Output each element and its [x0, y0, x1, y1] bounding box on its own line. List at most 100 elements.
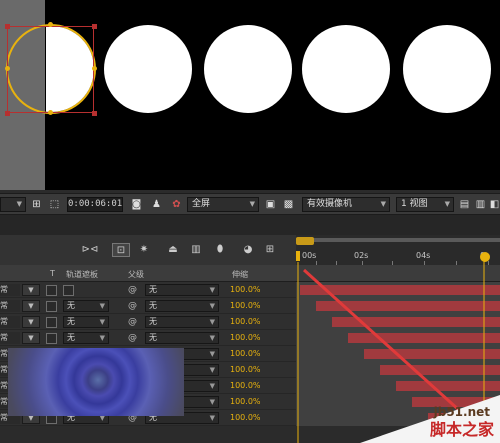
- layer-row[interactable]: 常 ▼ @ 无 ▼ 100.0%: [0, 282, 296, 298]
- blend-mode-dropdown[interactable]: ▼: [22, 300, 40, 312]
- layer-row[interactable]: 常▼ 无▼ @ 无▼ 100.0%: [0, 314, 296, 330]
- grid-icon[interactable]: ⊞: [30, 198, 43, 211]
- parent-pickwhip-icon[interactable]: @: [128, 317, 137, 327]
- track-matte-checkbox[interactable]: [63, 285, 74, 296]
- circle-layer[interactable]: [104, 25, 192, 113]
- layer-duration-bar[interactable]: [364, 349, 500, 359]
- chevron-down-icon: ▼: [209, 382, 215, 390]
- parent-pickwhip-icon[interactable]: @: [128, 285, 137, 295]
- work-area-start-handle[interactable]: [296, 237, 314, 245]
- end-keyframe-marker[interactable]: [480, 252, 490, 262]
- column-header-t[interactable]: T: [50, 269, 55, 278]
- blend-mode-value[interactable]: 常: [0, 332, 20, 344]
- transform-handle[interactable]: [5, 111, 10, 116]
- preserve-transparency-checkbox[interactable]: [46, 285, 57, 296]
- blend-mode-value[interactable]: 常: [0, 284, 20, 296]
- fast-preview-icon[interactable]: ▣: [264, 198, 277, 211]
- hide-shy-layers-icon[interactable]: ✷: [136, 243, 152, 257]
- stretch-value[interactable]: 100.0%: [230, 365, 261, 374]
- blurred-overlay-image: [8, 348, 184, 416]
- track-matte-dropdown[interactable]: 无▼: [63, 316, 109, 328]
- current-time-display[interactable]: 0:00:06:01: [67, 197, 123, 212]
- show-snapshot-icon[interactable]: ♟: [150, 198, 163, 211]
- parent-dropdown[interactable]: 无▼: [145, 284, 219, 296]
- magnification-dropdown[interactable]: ▼: [0, 197, 26, 212]
- chevron-down-icon: ▼: [209, 366, 215, 374]
- parent-pickwhip-icon[interactable]: @: [128, 333, 137, 343]
- stretch-value[interactable]: 100.0%: [230, 333, 261, 342]
- track-matte-dropdown[interactable]: 无▼: [63, 332, 109, 344]
- column-header-stretch[interactable]: 伸缩: [232, 269, 248, 280]
- current-time-indicator[interactable]: [296, 251, 300, 261]
- chevron-down-icon: ▼: [209, 286, 215, 294]
- transform-handle[interactable]: [92, 24, 97, 29]
- watermark-name: 脚本之家: [429, 420, 494, 439]
- mask-vertex[interactable]: [48, 110, 53, 115]
- blend-mode-dropdown[interactable]: ▼: [22, 316, 40, 328]
- preserve-transparency-checkbox[interactable]: [46, 333, 57, 344]
- column-header-parent[interactable]: 父级: [128, 269, 144, 280]
- brainstorm-icon[interactable]: ◕: [240, 243, 256, 257]
- column-header-track-matte[interactable]: 轨道遮板: [66, 269, 98, 280]
- draft-3d-icon[interactable]: ⊡: [112, 243, 130, 257]
- mask-vertex[interactable]: [92, 66, 97, 71]
- graph-editor-icon[interactable]: ⬮: [212, 243, 228, 257]
- camera-snapshot-icon[interactable]: ◙: [130, 198, 143, 211]
- view-layout-dropdown[interactable]: 1 视图 ▼: [396, 197, 454, 212]
- auto-keyframe-icon[interactable]: ⊞: [262, 243, 278, 257]
- transform-handle[interactable]: [92, 111, 97, 116]
- layer-duration-bar[interactable]: [348, 333, 500, 343]
- transparency-grid-icon[interactable]: ▩: [282, 198, 295, 211]
- region-of-interest-icon[interactable]: ⬚: [48, 198, 61, 211]
- exposure-icon[interactable]: ◧: [488, 198, 500, 211]
- stretch-value[interactable]: 100.0%: [230, 349, 261, 358]
- transform-handle[interactable]: [5, 24, 10, 29]
- blend-mode-dropdown[interactable]: ▼: [22, 332, 40, 344]
- parent-dropdown[interactable]: 无▼: [145, 316, 219, 328]
- stretch-value[interactable]: 100.0%: [230, 301, 261, 310]
- chevron-down-icon: ▼: [209, 414, 215, 422]
- blend-mode-value[interactable]: 常: [0, 300, 20, 312]
- time-ruler[interactable]: 00s 02s 04s 0: [296, 235, 500, 265]
- stretch-value[interactable]: 100.0%: [230, 285, 261, 294]
- layer-duration-bar[interactable]: [332, 317, 500, 327]
- parent-dropdown[interactable]: 无▼: [145, 300, 219, 312]
- parent-pickwhip-icon[interactable]: @: [128, 301, 137, 311]
- motion-blur-icon[interactable]: ▥: [188, 243, 204, 257]
- circle-layer[interactable]: [302, 25, 390, 113]
- ruler-label: 04s: [416, 251, 431, 260]
- blend-mode-dropdown[interactable]: ▼: [22, 284, 40, 296]
- resolution-dropdown[interactable]: 全屏 ▼: [187, 197, 259, 212]
- blend-mode-value[interactable]: 常: [0, 316, 20, 328]
- stretch-value[interactable]: 100.0%: [230, 397, 261, 406]
- preserve-transparency-checkbox[interactable]: [46, 301, 57, 312]
- layer-duration-bar[interactable]: [316, 301, 500, 311]
- layer-row[interactable]: 常▼无▼@无▼100.0%: [0, 330, 296, 346]
- preserve-transparency-checkbox[interactable]: [46, 317, 57, 328]
- pixel-aspect-icon[interactable]: ▤: [458, 198, 471, 211]
- circle-layer[interactable]: [204, 25, 292, 113]
- circle-layer[interactable]: [403, 25, 491, 113]
- mask-vertex[interactable]: [5, 66, 10, 71]
- chevron-down-icon: ▼: [209, 334, 215, 342]
- layer-bounding-box: [7, 26, 94, 113]
- frame-blending-icon[interactable]: ⏏: [165, 243, 181, 257]
- stretch-value[interactable]: 100.0%: [230, 413, 261, 422]
- channel-icon[interactable]: ✿: [170, 198, 183, 211]
- composition-viewer[interactable]: [0, 0, 500, 190]
- chevron-down-icon: ▼: [99, 302, 105, 310]
- layer-duration-bar[interactable]: [396, 381, 500, 391]
- layer-row[interactable]: 常▼无▼@无▼100.0%: [0, 298, 296, 314]
- mask-vertex[interactable]: [48, 22, 53, 27]
- work-area-bar[interactable]: [296, 238, 500, 242]
- composition-mini-flowchart-icon[interactable]: ⊳⊲: [80, 243, 100, 257]
- flowchart-icon[interactable]: ▥: [474, 198, 487, 211]
- layer-duration-bar[interactable]: [300, 285, 500, 295]
- camera-dropdown[interactable]: 有效摄像机 ▼: [302, 197, 390, 212]
- layer-duration-bar[interactable]: [380, 365, 500, 375]
- stretch-value[interactable]: 100.0%: [230, 317, 261, 326]
- parent-dropdown[interactable]: 无▼: [145, 332, 219, 344]
- stretch-value[interactable]: 100.0%: [230, 381, 261, 390]
- track-matte-dropdown[interactable]: 无▼: [63, 300, 109, 312]
- timeline-header: ⊳⊲ ⊡ ✷ ⏏ ▥ ⬮ ◕ ⊞ 00s 02s 04s 0: [0, 235, 500, 265]
